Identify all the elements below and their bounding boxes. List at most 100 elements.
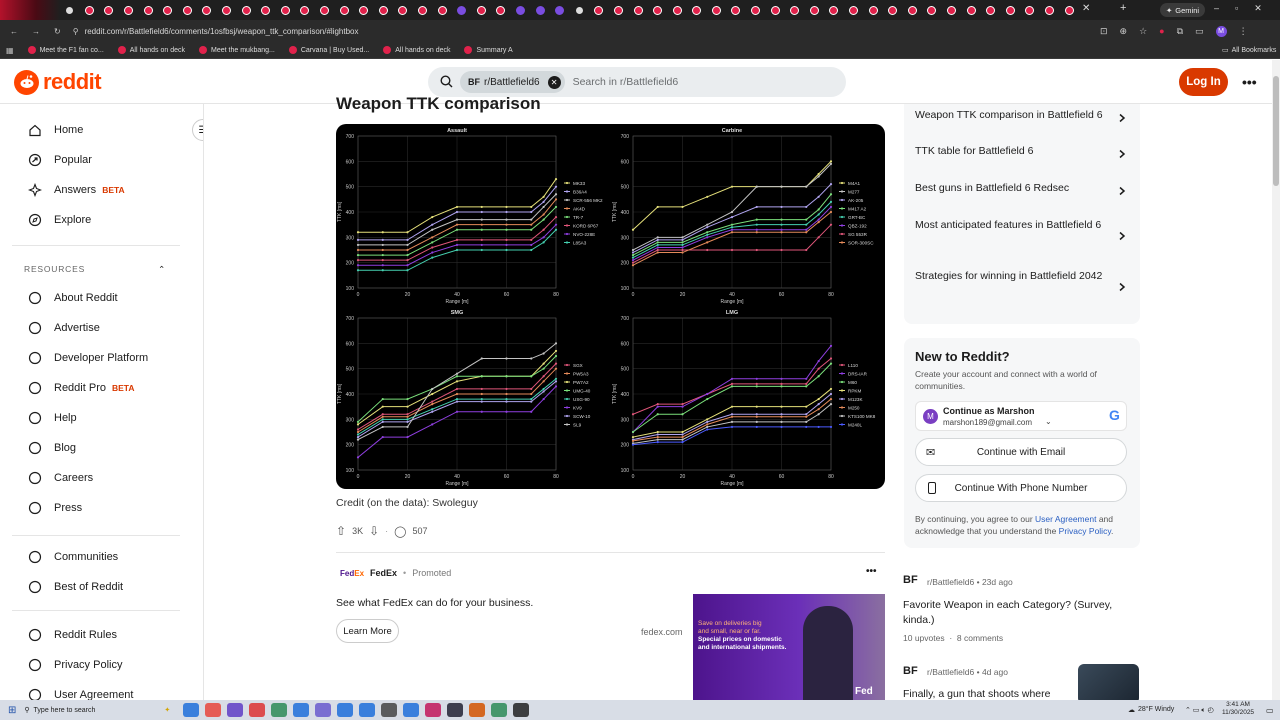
browser-tab[interactable] xyxy=(256,0,276,20)
nav-item-help[interactable]: Help xyxy=(28,411,77,425)
reddit-logo[interactable]: reddit xyxy=(14,69,102,95)
nav-item-best-of-reddit[interactable]: Best of Reddit xyxy=(28,580,123,594)
browser-tab[interactable] xyxy=(197,0,217,20)
learn-more-button[interactable]: Learn More xyxy=(336,619,399,643)
nav-item-explore[interactable]: Explore xyxy=(28,213,91,227)
browser-tab[interactable] xyxy=(511,0,531,20)
bookmark-item[interactable]: Meet the F1 fan co... xyxy=(27,46,104,54)
browser-tab[interactable] xyxy=(119,0,139,20)
back-icon[interactable]: ← xyxy=(10,27,18,36)
browser-tab[interactable] xyxy=(844,0,864,20)
browser-tab[interactable] xyxy=(1001,0,1021,20)
privacy-policy-link[interactable]: Privacy Policy xyxy=(1059,526,1111,536)
reload-icon[interactable]: ↻ xyxy=(54,27,61,36)
new-tab-icon[interactable]: + xyxy=(1120,2,1126,14)
upvote-icon[interactable]: ⇧ xyxy=(336,524,346,538)
taskbar-app-icon[interactable] xyxy=(183,703,200,717)
nav-item-reddit-rules[interactable]: Reddit Rules xyxy=(28,628,117,642)
bookmark-item[interactable]: All hands on deck xyxy=(383,46,450,54)
site-info-icon[interactable]: ⚲ xyxy=(73,27,79,36)
sidepanel-icon[interactable]: ▭ xyxy=(1195,26,1204,37)
nav-item-press[interactable]: Press xyxy=(28,501,82,515)
window-close-icon[interactable]: ✕ xyxy=(1254,3,1262,14)
browser-tab[interactable] xyxy=(452,0,472,20)
browser-tab[interactable] xyxy=(883,0,903,20)
apps-icon[interactable]: ▦ xyxy=(6,46,14,55)
clear-chip-icon[interactable]: ✕ xyxy=(547,75,561,89)
google-signin-button[interactable]: M Continue as Marshon marshon189@gmail.c… xyxy=(915,401,1127,431)
browser-tab[interactable] xyxy=(648,0,668,20)
browser-tab[interactable] xyxy=(765,0,785,20)
browser-tab[interactable] xyxy=(863,0,883,20)
taskbar-app-icon[interactable] xyxy=(381,703,398,717)
maximize-icon[interactable]: ▫ xyxy=(1235,3,1238,14)
browser-tab[interactable] xyxy=(236,0,256,20)
browser-tab[interactable] xyxy=(354,0,374,20)
browser-tab[interactable] xyxy=(432,0,452,20)
browser-tab[interactable] xyxy=(217,0,237,20)
nav-item-careers[interactable]: Careers xyxy=(28,471,93,485)
install-icon[interactable]: ⊡ xyxy=(1100,26,1108,37)
taskbar-app-icon[interactable] xyxy=(293,703,310,717)
browser-tab[interactable] xyxy=(922,0,942,20)
taskbar-search[interactable]: ⚲ Type here to search xyxy=(24,706,154,715)
browser-tab[interactable] xyxy=(687,0,707,20)
browser-tab[interactable] xyxy=(961,0,981,20)
browser-tab[interactable] xyxy=(60,0,80,20)
search-bar[interactable]: BF r/Battlefield6 ✕ Search in r/Battlefi… xyxy=(428,67,846,97)
browser-tab[interactable] xyxy=(1040,0,1060,20)
cortana-icon[interactable]: ✦ xyxy=(164,706,170,714)
browser-tab[interactable] xyxy=(726,0,746,20)
nav-item-communities[interactable]: Communities xyxy=(28,550,118,564)
related-question[interactable]: Strategies for winning in Battlefield 20… xyxy=(915,269,1115,284)
notification-icon[interactable]: ▭ xyxy=(1266,706,1274,715)
downvote-icon[interactable]: ⇩ xyxy=(369,524,379,538)
bookmark-item[interactable]: All hands on deck xyxy=(117,46,185,54)
related-question[interactable]: Best guns in Battlefield 6 Redsec xyxy=(915,181,1115,196)
ad-banner[interactable]: Save on deliveries big and small, near o… xyxy=(693,594,885,700)
bookmark-item[interactable]: Meet the mukbang... xyxy=(199,46,275,54)
taskbar-app-icon[interactable] xyxy=(205,703,222,717)
browser-tab[interactable] xyxy=(824,0,844,20)
browser-tab[interactable] xyxy=(805,0,825,20)
related-post-title[interactable]: Favorite Weapon in each Category? (Surve… xyxy=(903,598,1133,627)
browser-tab[interactable] xyxy=(569,0,589,20)
browser-tab[interactable] xyxy=(471,0,491,20)
browser-tab[interactable] xyxy=(491,0,511,20)
browser-tab[interactable] xyxy=(530,0,550,20)
nav-item-popular[interactable]: Popular xyxy=(28,153,92,167)
browser-tab[interactable] xyxy=(589,0,609,20)
taskbar-app-icon[interactable] xyxy=(337,703,354,717)
search-community-chip[interactable]: BF r/Battlefield6 ✕ xyxy=(460,71,565,93)
all-bookmarks[interactable]: ▭ All Bookmarks xyxy=(1222,46,1276,55)
browser-tab[interactable] xyxy=(609,0,629,20)
browser-tab[interactable] xyxy=(667,0,687,20)
taskbar-app-icon[interactable] xyxy=(447,703,464,717)
taskbar-app-icon[interactable] xyxy=(469,703,486,717)
browser-tab[interactable] xyxy=(550,0,570,20)
user-agreement-link[interactable]: User Agreement xyxy=(1035,514,1096,524)
browser-tab[interactable] xyxy=(903,0,923,20)
zoom-icon[interactable]: ⊕ xyxy=(1120,26,1128,37)
taskbar-app-icon[interactable] xyxy=(271,703,288,717)
browser-tab[interactable] xyxy=(981,0,1001,20)
taskbar-app-icon[interactable] xyxy=(227,703,244,717)
ad-brand[interactable]: FedEx xyxy=(370,568,397,578)
nav-item-about-reddit[interactable]: About Reddit xyxy=(28,291,118,305)
related-question[interactable]: Most anticipated features in Battlefield… xyxy=(915,218,1115,233)
menu-icon[interactable]: ⋮ xyxy=(1239,26,1248,37)
browser-tab[interactable] xyxy=(393,0,413,20)
bookmark-item[interactable]: Summary A xyxy=(464,46,513,54)
comment-icon[interactable]: ◯ xyxy=(394,525,406,538)
browser-tab[interactable] xyxy=(178,0,198,20)
continue-email-button[interactable]: ✉ Continue with Email xyxy=(915,438,1127,466)
related-question[interactable]: Weapon TTK comparison in Battlefield 6 xyxy=(915,108,1115,123)
browser-tab[interactable] xyxy=(334,0,354,20)
bookmark-star-icon[interactable]: ☆ xyxy=(1139,26,1147,37)
nav-item-advertise[interactable]: Advertise xyxy=(28,321,100,335)
related-post[interactable]: BF r/Battlefield6 • 4d ago Finally, a gu… xyxy=(903,664,1139,700)
browser-tab[interactable] xyxy=(707,0,727,20)
browser-tab[interactable] xyxy=(80,0,100,20)
minimize-icon[interactable]: – xyxy=(1214,3,1219,14)
nav-item-answers[interactable]: Answers BETA xyxy=(28,183,125,197)
